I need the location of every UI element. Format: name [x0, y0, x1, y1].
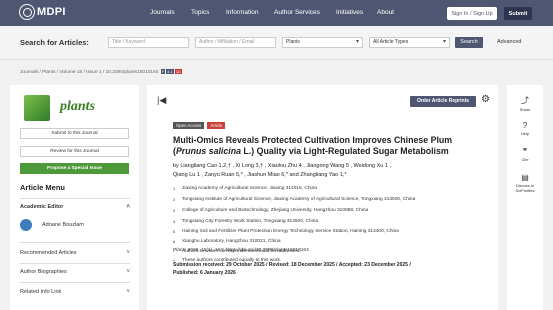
editor-name[interactable]: Adnane Bouzlam — [42, 222, 84, 228]
help-label: Help — [520, 131, 530, 136]
recommended-articles-section[interactable]: Recommended Articles ˅ — [20, 250, 130, 256]
recommended-articles-label: Recommended Articles — [20, 250, 77, 256]
related-info-section[interactable]: Related Info Link ˅ — [20, 289, 130, 295]
search-button[interactable]: Search — [455, 37, 483, 48]
nav-initiatives[interactable]: Initiatives — [336, 9, 363, 16]
impact-badge-f: F — [160, 69, 166, 74]
divider — [20, 282, 130, 283]
academic-editor-label: Academic Editor — [20, 204, 64, 210]
mdpi-logo-text: MDPI — [37, 6, 66, 18]
breadcrumb-plants[interactable]: Plants — [42, 70, 55, 75]
article-title: Multi-Omics Reveals Protected Cultivatio… — [173, 135, 453, 156]
nav-about[interactable]: About — [377, 9, 394, 16]
impact-badge-quartile: Q1 — [174, 69, 183, 74]
gear-icon[interactable]: ⚙ — [481, 94, 490, 105]
divider — [20, 242, 130, 243]
affiliation-item: 5 Haining Soil and Fertilizer Plant Prote… — [173, 229, 399, 234]
chevron-down-icon: ˅ — [126, 250, 130, 256]
article-panel: |◀ Order Article Reprints ⚙ Open Access … — [147, 85, 498, 310]
article-type-tag: Article — [207, 122, 226, 129]
affiliation-item: 2 Tongxiang Institute of Agricultural Sci… — [173, 197, 416, 202]
help-icon: ? — [522, 121, 528, 130]
right-tools-panel: ⤴ Share ? Help ❞ Cite ▤ Discuss in SciPr… — [507, 85, 543, 310]
cite-tool[interactable]: ❞ Cite — [507, 147, 543, 162]
signin-button[interactable]: Sign In / Sign Up — [447, 7, 497, 20]
author-biographies-section[interactable]: Author Biographies ˅ — [20, 269, 130, 275]
collapse-sidebar-icon[interactable]: |◀ — [157, 95, 166, 106]
affiliation-item: 1 Jiaxing Academy of Agricultural Science… — [173, 186, 317, 191]
search-bar: Search for Articles: Title / Keyword Aut… — [0, 26, 553, 60]
breadcrumb-issue[interactable]: Issue 1 — [86, 70, 101, 75]
author-list[interactable]: by Liangliang Cao 1,2,† , Xi Long 3,† , … — [173, 162, 483, 180]
left-sidebar: plants Submit to this Journal Review for… — [10, 85, 139, 310]
authors-line[interactable]: Qiang Lu 1 , Zanyu Ruan 5,* , Jiashun Mi… — [173, 171, 483, 180]
article-menu-title: Article Menu — [20, 183, 66, 192]
breadcrumb-doi: 10.3390/plants15010164 — [105, 70, 159, 75]
breadcrumb: Journals / Plants / Volume 15 / Issue 1 … — [20, 69, 183, 75]
sciprofiles-tool[interactable]: ▤ Discuss in SciProfiles — [507, 173, 543, 193]
search-label: Search for Articles: — [20, 38, 89, 47]
citation-line: Plants 2026, 15(1), 164; https://doi.org… — [173, 248, 309, 253]
propose-special-issue-button[interactable]: Propose a Special Issue — [20, 163, 129, 174]
article-type-select[interactable]: All Article Types — [369, 37, 450, 48]
chevron-down-icon: ˅ — [126, 269, 130, 275]
article-tags: Open Access Article — [173, 122, 226, 129]
article-dates: Submission received: 29 October 2025 / R… — [173, 262, 411, 276]
authors-line[interactable]: by Liangliang Cao 1,2,† , Xi Long 3,† , … — [173, 162, 483, 171]
affiliation-item: 4 Tongxiang City Forestry Work Station, T… — [173, 219, 319, 224]
help-tool[interactable]: ? Help — [507, 121, 543, 136]
share-icon: ⤴ — [521, 96, 529, 105]
submit-to-journal-button[interactable]: Submit to this Journal — [20, 128, 129, 139]
cite-label: Cite — [521, 157, 529, 162]
sciprofiles-label: Discuss in SciProfiles — [515, 183, 535, 193]
share-label: Share — [519, 107, 531, 112]
editor-avatar — [20, 219, 32, 231]
share-tool[interactable]: ⤴ Share — [507, 95, 543, 112]
journal-name[interactable]: plants — [60, 99, 95, 115]
advanced-search-link[interactable]: Advanced — [497, 39, 521, 45]
citation-journal: Plants — [173, 248, 187, 253]
nav-information[interactable]: Information — [226, 9, 259, 16]
order-reprints-button[interactable]: Order Article Reprints — [410, 96, 476, 107]
mdpi-logo-icon — [19, 4, 35, 20]
divider — [20, 263, 130, 264]
breadcrumb-journals[interactable]: Journals — [20, 70, 38, 75]
journal-select[interactable]: Plants — [282, 37, 363, 48]
quote-icon: ❞ — [522, 147, 528, 156]
author-biographies-label: Author Biographies — [20, 269, 67, 275]
plants-journal-logo[interactable] — [24, 95, 50, 121]
mdpi-logo[interactable]: MDPI — [19, 4, 66, 20]
author-affiliation-input[interactable]: Author / Affiliation / Email — [195, 37, 276, 48]
breadcrumb-volume[interactable]: Volume 15 — [59, 70, 82, 75]
affiliation-item: 3 College of Agriculture and Biotechnolog… — [173, 208, 369, 213]
open-access-tag: Open Access — [173, 122, 205, 129]
citation-doi[interactable]: 2026, 15(1), 164; https://doi.org/10.339… — [186, 248, 309, 253]
discuss-icon: ▤ — [521, 173, 529, 182]
affiliation-item: 6 Xianghu Laboratory, Hangzhou 310021, Ch… — [173, 239, 281, 244]
chevron-up-icon: ˄ — [126, 204, 130, 210]
related-info-label: Related Info Link — [20, 289, 62, 295]
top-nav-bar: MDPI Journals Topics Information Author … — [0, 0, 553, 26]
chevron-down-icon: ˅ — [126, 289, 130, 295]
nav-journals[interactable]: Journals — [150, 9, 175, 16]
nav-topics[interactable]: Topics — [191, 9, 209, 16]
nav-author-services[interactable]: Author Services — [274, 9, 320, 16]
divider — [20, 198, 130, 199]
title-keyword-input[interactable]: Title / Keyword — [108, 37, 189, 48]
academic-editor-section[interactable]: Academic Editor ˄ — [20, 204, 130, 210]
submit-button[interactable]: Submit — [504, 7, 532, 20]
review-for-journal-button[interactable]: Review for this Journal — [20, 146, 129, 157]
impact-badge-score: 4.1 — [166, 69, 174, 74]
